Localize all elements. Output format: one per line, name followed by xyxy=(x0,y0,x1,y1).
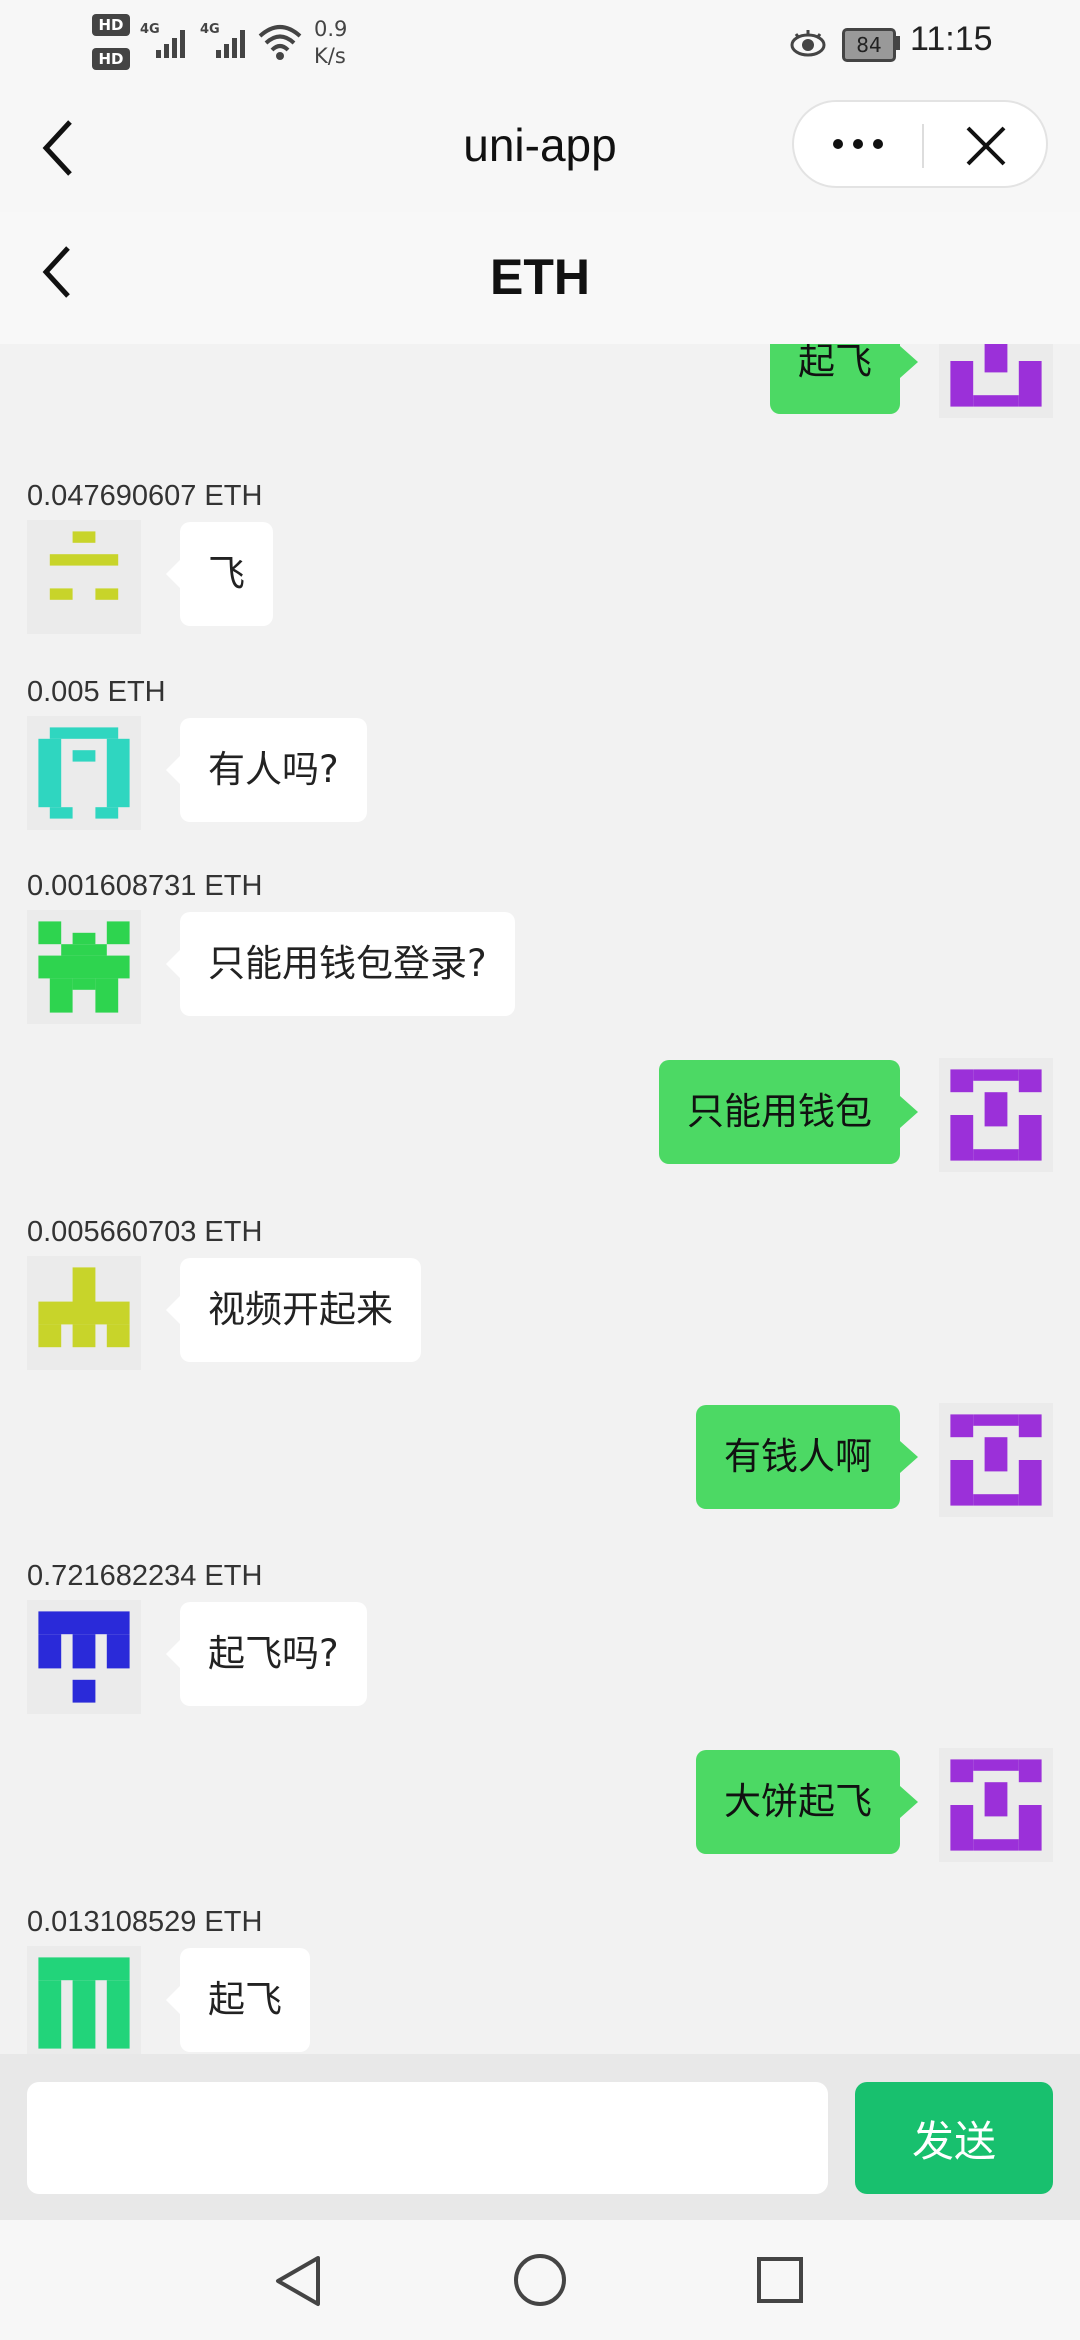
message-bubble[interactable]: 起飞 xyxy=(770,344,918,414)
outgoing-message: 大饼起飞 xyxy=(0,1748,1080,1880)
outgoing-message: 有钱人啊 xyxy=(0,1403,1080,1535)
avatar[interactable] xyxy=(939,1748,1053,1862)
message-bubble[interactable]: 有人吗? xyxy=(166,718,367,822)
avatar[interactable] xyxy=(27,1256,141,1370)
identicon-avatar xyxy=(950,1069,1042,1161)
battery-icon: 84 xyxy=(842,28,896,62)
message-bubble[interactable]: 起飞 xyxy=(166,1948,310,2052)
more-icon[interactable] xyxy=(828,134,888,154)
message-bubble[interactable]: 视频开起来 xyxy=(166,1258,421,1362)
incoming-message: 0.013108529 ETH 起飞 xyxy=(0,1906,1080,2054)
signal-icon: 4G xyxy=(140,22,190,58)
eth-amount: 0.001608731 ETH xyxy=(27,870,263,902)
avatar[interactable] xyxy=(939,1403,1053,1517)
eth-amount: 0.013108529 ETH xyxy=(27,1906,263,1938)
identicon-avatar xyxy=(950,1414,1042,1506)
incoming-message: 0.721682234 ETH 起飞吗? xyxy=(0,1560,1080,1720)
message-bubble[interactable]: 大饼起飞 xyxy=(696,1750,918,1854)
net-speed: 0.9 K/s xyxy=(314,17,348,68)
close-icon[interactable] xyxy=(964,124,1008,168)
avatar[interactable] xyxy=(939,344,1053,418)
mini-program-nav-bar: uni-app xyxy=(0,90,1080,212)
capsule-divider xyxy=(922,124,924,168)
system-navigation-bar xyxy=(0,2220,1080,2340)
identicon-avatar xyxy=(38,1611,130,1703)
sim2-hd-icon: HD xyxy=(92,48,130,70)
avatar[interactable] xyxy=(27,910,141,1024)
avatar[interactable] xyxy=(27,1600,141,1714)
eth-amount: 0.047690607 ETH xyxy=(27,480,263,512)
identicon-avatar xyxy=(38,1957,130,2049)
send-button[interactable]: 发送 xyxy=(855,2082,1053,2194)
avatar[interactable] xyxy=(27,716,141,830)
capsule-menu xyxy=(792,100,1048,188)
wifi-icon xyxy=(258,25,302,60)
identicon-avatar xyxy=(38,921,130,1013)
outgoing-message: 只能用钱包 xyxy=(0,1058,1080,1190)
incoming-message: 0.047690607 ETH 飞 xyxy=(0,480,1080,640)
message-input[interactable] xyxy=(27,2082,828,2194)
chat-message-list[interactable]: 起飞 0.047690607 ETH 飞 0.005 ETH 有人吗? 0.00… xyxy=(0,344,1080,2054)
nav-back-icon[interactable] xyxy=(272,2254,326,2308)
nav-recents-icon[interactable] xyxy=(756,2256,804,2304)
message-input-bar: 发送 xyxy=(0,2054,1080,2220)
battery-tip xyxy=(896,36,900,50)
avatar[interactable] xyxy=(939,1058,1053,1172)
incoming-message: 0.005660703 ETH 视频开起来 xyxy=(0,1216,1080,1376)
identicon-avatar xyxy=(49,531,119,600)
avatar[interactable] xyxy=(27,520,141,634)
message-bubble[interactable]: 起飞吗? xyxy=(166,1602,367,1706)
eth-amount: 0.005660703 ETH xyxy=(27,1216,263,1248)
message-bubble[interactable]: 飞 xyxy=(166,522,273,626)
message-bubble[interactable]: 有钱人啊 xyxy=(696,1405,918,1509)
message-bubble[interactable]: 只能用钱包登录? xyxy=(166,912,515,1016)
nav-home-icon[interactable] xyxy=(512,2252,568,2308)
message-bubble[interactable]: 只能用钱包 xyxy=(659,1060,918,1164)
eye-care-icon xyxy=(790,30,826,57)
avatar[interactable] xyxy=(27,1946,141,2054)
sim1-hd-icon: HD xyxy=(92,14,130,36)
page-title: ETH xyxy=(490,249,590,305)
identicon-avatar xyxy=(38,1267,130,1348)
identicon-avatar xyxy=(950,1759,1042,1851)
incoming-message: 0.001608731 ETH 只能用钱包登录? xyxy=(0,870,1080,1030)
identicon-avatar xyxy=(950,344,1042,407)
clock: 11:15 xyxy=(910,20,993,58)
status-bar: HD HD 4G 4G 0.9 K/s 84 11:15 xyxy=(0,0,1080,90)
eth-amount: 0.721682234 ETH xyxy=(27,1560,263,1592)
eth-amount: 0.005 ETH xyxy=(27,676,166,708)
signal-icon: 4G xyxy=(200,22,250,58)
incoming-message: 0.005 ETH 有人吗? xyxy=(0,676,1080,836)
page-header: ETH xyxy=(0,212,1080,344)
outgoing-message: 起飞 xyxy=(0,344,1080,450)
identicon-avatar xyxy=(38,727,130,819)
